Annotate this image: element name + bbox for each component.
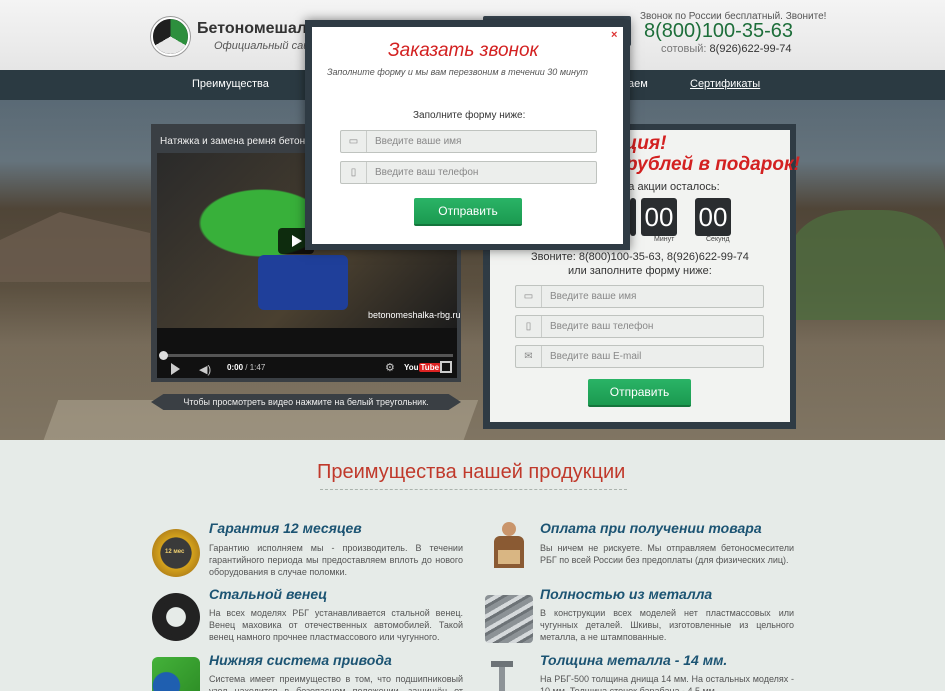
- modal-phone-field: ▯: [340, 161, 597, 184]
- guarantee-badge-icon: 12 мес: [152, 529, 200, 577]
- promo-submit-button[interactable]: Отправить: [588, 379, 691, 407]
- timer-minutes-label: Минут: [654, 236, 675, 243]
- main-phone: 8(800)100-35-63: [644, 20, 793, 42]
- timer-seconds-label: Секунд: [706, 236, 730, 243]
- modal-submit-button[interactable]: Отправить: [414, 198, 522, 226]
- video-caption: Чтобы просмотреть видео нажмите на белый…: [151, 394, 461, 410]
- advantage-text-metal: В конструкции всех моделей нет пластмасс…: [540, 608, 794, 642]
- promo-remaining-label: ца акции осталось:: [622, 181, 720, 193]
- gear-icon: [152, 593, 200, 641]
- modal-title: Заказать звонок: [388, 40, 539, 61]
- phone-icon: ▯: [516, 316, 542, 337]
- promo-fill-text: или заполните форму ниже:: [568, 265, 712, 277]
- youtube-logo-tube: Tube: [418, 363, 442, 372]
- video-time-total: / 1:47: [245, 363, 266, 372]
- promo-phone-input[interactable]: [550, 318, 750, 335]
- advantage-head-steel-crown: Стальной венец: [209, 586, 328, 602]
- timer-minutes: 00: [641, 198, 677, 236]
- mobile-phone-number: 8(926)622-99-74: [709, 43, 792, 55]
- play-icon[interactable]: [171, 363, 180, 375]
- promo-phone-field: ▯: [515, 315, 764, 338]
- id-card-icon: ▭: [516, 286, 542, 307]
- advantages-title: Преимущества нашей продукции: [317, 461, 626, 483]
- video-time: 0:00 / 1:47: [227, 363, 265, 372]
- modal-name-field: ▭: [340, 130, 597, 153]
- video-progress-handle[interactable]: [159, 351, 168, 360]
- promo-email-input[interactable]: [550, 348, 750, 365]
- mobile-phone-label: сотовый:: [661, 43, 707, 55]
- hero-house-image: [0, 212, 150, 282]
- advantage-head-thickness: Толщина металла - 14 мм.: [540, 652, 728, 668]
- volume-icon[interactable]: ◀): [199, 363, 211, 376]
- motor-icon: [152, 657, 200, 691]
- youtube-logo-you: You: [404, 363, 419, 372]
- nav-item-partial[interactable]: аем: [628, 78, 648, 90]
- advantage-text-thickness: На РБГ-500 толщина днища 14 мм. На остал…: [540, 674, 794, 691]
- promo-name-field: ▭: [515, 285, 764, 308]
- phone-icon: ▯: [341, 162, 367, 183]
- timer-hours-partial: [630, 198, 636, 236]
- advantage-head-metal: Полностью из металла: [540, 586, 713, 602]
- guarantee-badge-label: 12 мес: [165, 549, 185, 555]
- video-motor-shape: [258, 255, 348, 310]
- nav-item-certificates[interactable]: Сертификаты: [690, 78, 760, 90]
- modal-phone-input[interactable]: [375, 164, 575, 181]
- advantage-head-payment: Оплата при получении товара: [540, 520, 762, 536]
- advantage-text-steel-crown: На всех моделях РБГ устанавливается стал…: [209, 608, 463, 642]
- nav-item-advantages[interactable]: Преимущества: [192, 78, 269, 90]
- close-icon[interactable]: ×: [611, 29, 617, 41]
- fullscreen-icon[interactable]: [440, 361, 452, 373]
- advantage-head-drive: Нижняя система привода: [209, 652, 392, 668]
- modal-subtitle: Заполните форму и мы вам перезвоним в те…: [327, 67, 588, 77]
- video-time-current: 0:00: [227, 363, 244, 372]
- mobile-phone: сотовый: 8(926)622-99-74: [661, 43, 792, 55]
- youtube-logo[interactable]: You Tube: [404, 363, 442, 372]
- video-progress-bar[interactable]: [161, 354, 453, 357]
- logo-icon[interactable]: [151, 17, 190, 56]
- promo-call-text: Звоните: 8(800)100-35-63, 8(926)622-99-7…: [531, 251, 749, 263]
- advantage-text-payment: Вы ничем не рискуете. Мы отправляем бето…: [540, 543, 794, 565]
- advantage-text-guarantee: Гарантию исполняем мы - производитель. В…: [209, 543, 463, 577]
- hero-trees-image: [790, 210, 945, 320]
- advantage-head-guarantee: Гарантия 12 месяцев: [209, 520, 362, 536]
- id-card-icon: ▭: [341, 131, 367, 152]
- settings-icon[interactable]: ⚙: [385, 361, 395, 374]
- advantage-text-drive: Система имеет преимущество в том, что по…: [209, 674, 463, 691]
- promo-title-line2: рублей в подарок!: [626, 154, 800, 175]
- courier-icon: [485, 520, 533, 568]
- metal-pipes-icon: [485, 595, 533, 643]
- caliper-icon: [485, 657, 533, 691]
- promo-name-input[interactable]: [550, 288, 750, 305]
- video-watermark: betonomeshalka-rbg.ru: [368, 310, 461, 320]
- advantages-title-divider: [320, 489, 627, 490]
- promo-title-line1: ция!: [625, 133, 667, 154]
- modal-fill-label: Заполните форму ниже:: [413, 110, 526, 121]
- brand-subtitle: Официальный сайт: [214, 40, 319, 52]
- mail-icon: ✉: [516, 346, 542, 367]
- timer-seconds: 00: [695, 198, 731, 236]
- modal-name-input[interactable]: [375, 133, 575, 150]
- promo-email-field: ✉: [515, 345, 764, 368]
